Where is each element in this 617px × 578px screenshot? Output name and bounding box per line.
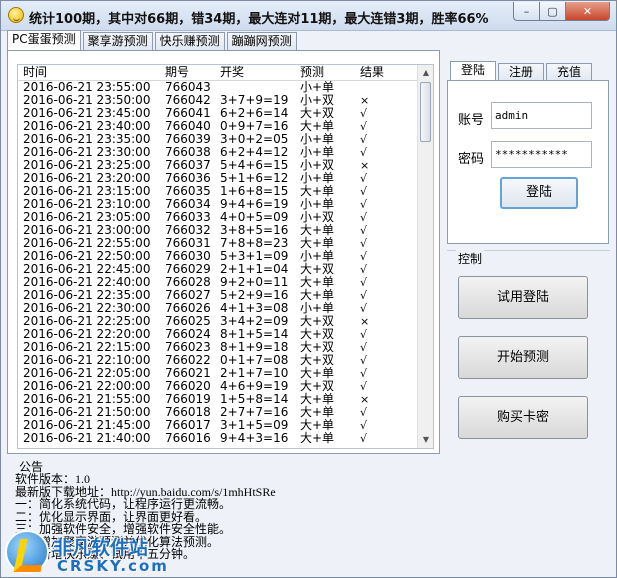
- cell-result: √: [360, 289, 368, 302]
- column-header-time[interactable]: 时间: [23, 65, 47, 79]
- cell-result: √: [360, 237, 368, 250]
- watermark-logo: 非凡软件站 CRSKY.com: [5, 528, 167, 576]
- cell-result: ×: [360, 393, 370, 406]
- app-window: 统计100期，其中对66期，错34期，最大连对11期，最大连错3期，胜率66% …: [0, 0, 617, 578]
- buy-card-button[interactable]: 购买卡密: [458, 396, 588, 439]
- tab-register[interactable]: 注册: [498, 63, 545, 81]
- cell-time: 2016-06-21 21:40:00: [23, 431, 151, 445]
- cell-issue: 766016: [165, 431, 211, 445]
- table-body: 2016-06-21 23:55:00 766043 小+单 2016-06-21 2…: [18, 81, 418, 446]
- cell-result: ×: [360, 315, 370, 328]
- tab-kuailezhuan[interactable]: 快乐赚预测: [154, 32, 225, 50]
- cell-prediction: 大+单: [300, 431, 335, 445]
- account-input[interactable]: admin: [491, 102, 592, 129]
- crsky-logo-icon: [5, 530, 49, 574]
- results-table[interactable]: 时间 期号 开奖 预测 结果 2016-06-21 23:55:00 766043…: [17, 64, 434, 449]
- tab-bengbeng[interactable]: 蹦蹦网预测: [226, 32, 297, 50]
- password-input[interactable]: ***********: [491, 141, 592, 168]
- cell-draw: 9+4+3=16: [220, 431, 289, 445]
- column-header-issue[interactable]: 期号: [165, 65, 189, 79]
- table-header: 时间 期号 开奖 预测 结果: [18, 65, 418, 81]
- cell-result: √: [360, 120, 368, 133]
- cell-result: √: [360, 328, 368, 341]
- cell-result: √: [360, 263, 368, 276]
- prediction-panel: 时间 期号 开奖 预测 结果 2016-06-21 23:55:00 766043…: [7, 50, 440, 454]
- password-label: 密码: [458, 152, 485, 167]
- cell-result: √: [360, 419, 368, 432]
- account-label: 账号: [458, 113, 485, 128]
- column-header-result[interactable]: 结果: [360, 65, 384, 79]
- cell-result: √: [360, 406, 368, 419]
- column-header-draw[interactable]: 开奖: [220, 65, 244, 79]
- cell-result: √: [360, 341, 368, 354]
- cell-result: ×: [360, 159, 370, 172]
- scroll-thumb[interactable]: [420, 82, 431, 142]
- cell-result: √: [360, 133, 368, 146]
- title-bar[interactable]: 统计100期，其中对66期，错34期，最大连对11期，最大连错3期，胜率66% …: [1, 1, 616, 31]
- window-controls: – ▢ ✕: [513, 2, 610, 22]
- cell-result: √: [360, 198, 368, 211]
- notice-line: 软件版本：1.0: [15, 473, 91, 486]
- smiley-icon: [8, 7, 24, 23]
- notice-line: 一：简化系统代码，让程序运行更流畅。: [15, 497, 232, 511]
- tab-pc-dandan[interactable]: PC蛋蛋预测: [7, 30, 81, 50]
- start-prediction-button[interactable]: 开始预测: [458, 336, 588, 379]
- cell-result: √: [360, 354, 368, 367]
- cell-result: √: [360, 146, 368, 159]
- login-panel: 账号 admin 密码 *********** 登陆: [447, 80, 609, 244]
- cell-result: √: [360, 172, 368, 185]
- column-header-prediction[interactable]: 预测: [300, 65, 324, 79]
- prediction-tabs: PC蛋蛋预测 聚享游预测 快乐赚预测 蹦蹦网预测: [7, 30, 299, 50]
- window-title: 统计100期，其中对66期，错34期，最大连对11期，最大连错3期，胜率66%: [29, 12, 489, 27]
- cell-result: ×: [360, 94, 370, 107]
- control-title: 控制: [456, 250, 485, 267]
- login-button[interactable]: 登陆: [500, 177, 578, 209]
- scroll-down-icon[interactable]: ▼: [418, 432, 433, 448]
- cell-result: √: [360, 211, 368, 224]
- cell-result: √: [360, 302, 368, 315]
- tab-login[interactable]: 登陆: [450, 61, 497, 81]
- cell-result: √: [360, 250, 368, 263]
- watermark-cn: 非凡软件站: [53, 537, 149, 559]
- cell-result: √: [360, 432, 368, 445]
- tab-juxiangyou[interactable]: 聚享游预测: [82, 32, 153, 50]
- cell-result: √: [360, 367, 368, 380]
- table-row[interactable]: 2016-06-21 21:40:00 766016 9+4+3=16 大+单 √: [18, 431, 418, 446]
- tab-recharge[interactable]: 充值: [546, 63, 593, 81]
- cell-result: √: [360, 380, 368, 393]
- cell-result: √: [360, 107, 368, 120]
- cell-result: √: [360, 224, 368, 237]
- maximize-button[interactable]: ▢: [540, 2, 566, 21]
- trial-login-button[interactable]: 试用登陆: [458, 276, 588, 319]
- minimize-button[interactable]: –: [513, 2, 540, 21]
- close-button[interactable]: ✕: [566, 2, 610, 21]
- login-tabs: 登陆 注册 充值: [450, 61, 594, 81]
- watermark-en: CRSKY.com: [57, 557, 169, 575]
- scroll-up-icon[interactable]: ▲: [418, 65, 433, 81]
- cell-result: √: [360, 276, 368, 289]
- cell-result: √: [360, 185, 368, 198]
- vertical-scrollbar[interactable]: ▲ ▼: [417, 65, 433, 448]
